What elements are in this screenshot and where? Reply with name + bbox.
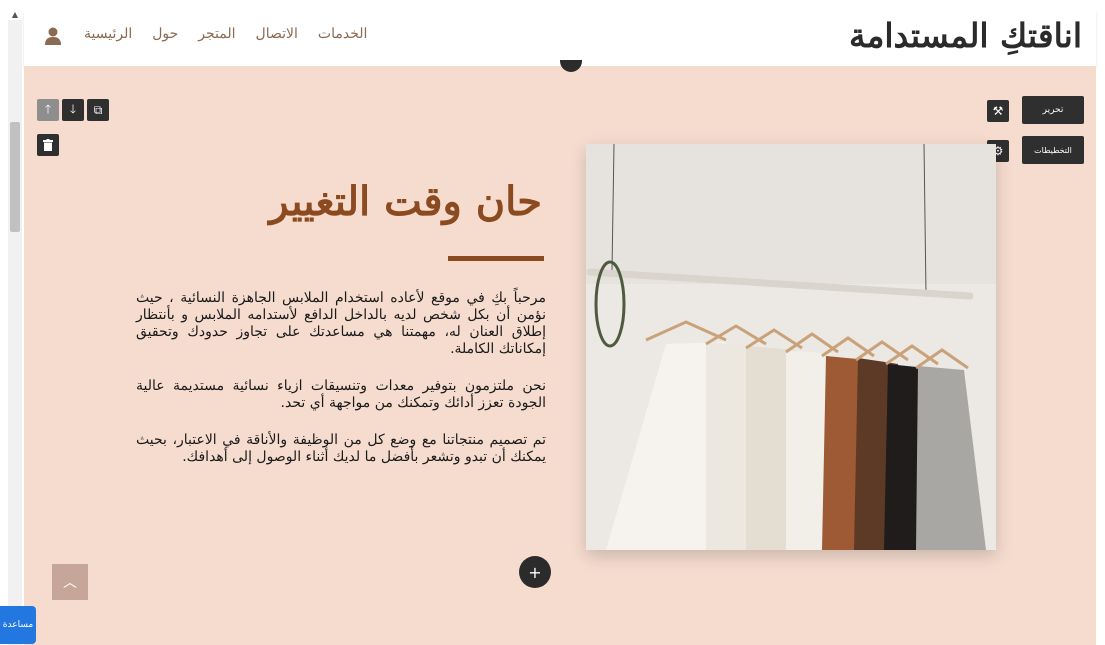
user-icon[interactable]: [44, 26, 62, 46]
duplicate-button[interactable]: ⧉: [87, 99, 109, 121]
hero-heading: حان وقت التغيير: [269, 178, 542, 225]
edit-button[interactable]: تحرير: [1022, 96, 1084, 124]
nav-item-about[interactable]: حول: [152, 26, 178, 42]
clothing-rack-illustration: [586, 144, 996, 550]
hero-paragraph-1: مرحباً بكِ في موقع لأعاده استخدام الملاب…: [136, 290, 546, 357]
arrow-down-icon: 🡓: [69, 101, 77, 116]
magic-wand-icon: ⚒: [992, 104, 1004, 118]
scrollbar-thumb[interactable]: [10, 122, 20, 232]
clothing-rack-image: [586, 144, 996, 550]
add-section-button[interactable]: +: [519, 556, 551, 588]
layouts-button[interactable]: التخطيطات: [1022, 136, 1084, 164]
nav-item-services[interactable]: الخدمات: [318, 26, 368, 42]
main-nav: الرئيسية حول المتجر الاتصال الخدمات: [84, 26, 367, 42]
hero-section: 🡑 🡓 ⧉ ⚒ تحرير ⚙ التخطيطات حان وقت التغيي…: [24, 60, 1096, 645]
plus-icon: +: [528, 562, 542, 582]
magic-edit-button[interactable]: ⚒: [987, 100, 1009, 122]
arrow-up-icon: 🡑: [44, 101, 52, 116]
site-logo[interactable]: اناقتكِ المستدامة: [849, 16, 1082, 55]
scroll-up-arrow-icon[interactable]: ▲: [8, 10, 22, 20]
trash-icon: [43, 139, 53, 151]
section-drag-handle[interactable]: [560, 60, 582, 72]
site-navbar: اناقتكِ المستدامة الرئيسية حول المتجر ال…: [24, 10, 1096, 66]
nav-item-store[interactable]: المتجر: [198, 26, 235, 42]
move-up-button[interactable]: 🡑: [37, 99, 59, 121]
nav-item-contact[interactable]: الاتصال: [256, 26, 298, 42]
browser-frame: ▲ اناقتكِ المستدامة الرئيسية حول المتجر …: [0, 0, 1105, 645]
move-down-button[interactable]: 🡓: [62, 99, 84, 121]
chevron-up-icon: ︿: [63, 575, 77, 591]
hero-paragraph-2: نحن ملتزمون بتوفير معدات وتنسيقات ازياء …: [136, 378, 546, 411]
vertical-scrollbar[interactable]: [8, 20, 22, 645]
hero-text: مرحباً بكِ في موقع لأعاده استخدام الملاب…: [136, 290, 546, 486]
help-button[interactable]: مساعدة: [0, 606, 36, 644]
hero-paragraph-3: تم تصميم منتجاتنا مع وضع كل من الوظيفة و…: [136, 432, 546, 465]
scroll-to-top-button[interactable]: ︿: [52, 564, 88, 600]
delete-button[interactable]: [37, 134, 59, 156]
nav-item-home[interactable]: الرئيسية: [84, 26, 132, 42]
copy-icon: ⧉: [93, 102, 103, 117]
heading-divider: [448, 256, 544, 261]
